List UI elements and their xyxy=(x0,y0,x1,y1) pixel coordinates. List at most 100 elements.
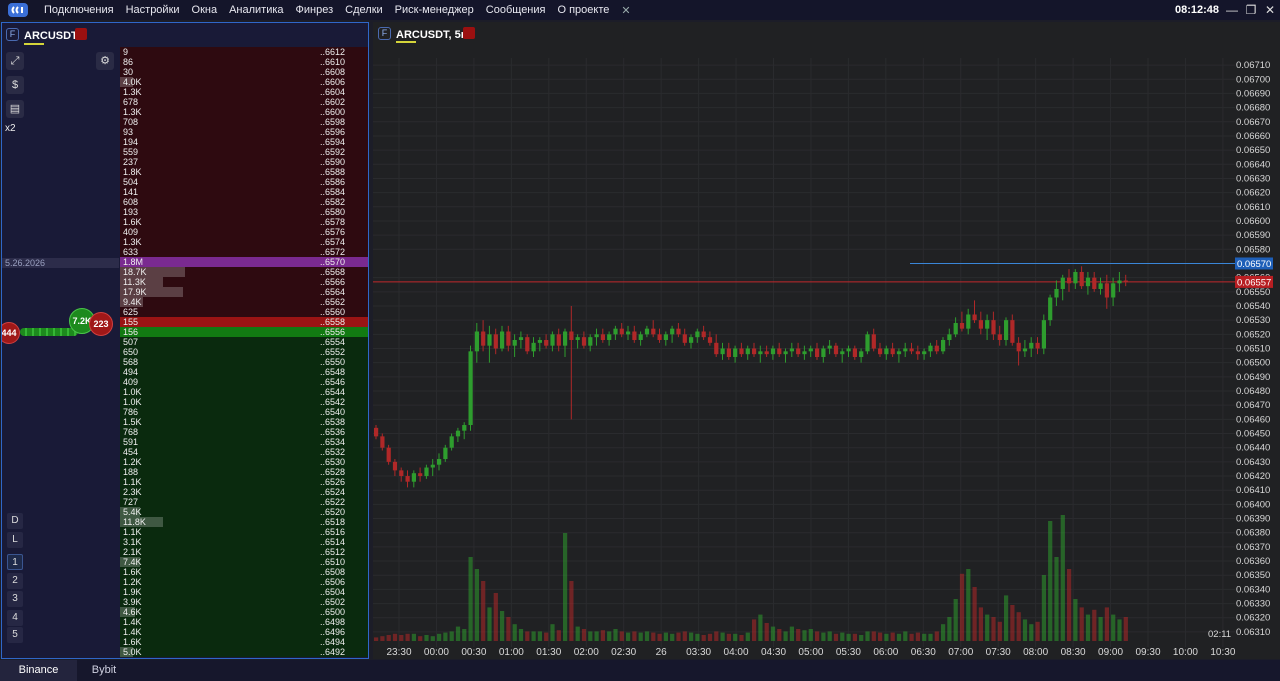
orderbook-row[interactable]: 409 ..6546 xyxy=(120,377,368,387)
depth-button[interactable]: D xyxy=(7,513,23,529)
orderbook-row[interactable]: 5.4K ..6520 xyxy=(120,507,368,517)
orderbook-row[interactable]: 633 ..6572 xyxy=(120,247,368,257)
chart-add-icon[interactable]: ⤢ xyxy=(6,52,24,70)
orderbook-row[interactable]: 1.3K ..6574 xyxy=(120,237,368,247)
orderbook-row[interactable]: 625 ..6560 xyxy=(120,307,368,317)
volume-bar xyxy=(840,632,845,641)
orderbook-row[interactable]: 768 ..6536 xyxy=(120,427,368,437)
orderbook-row[interactable]: 1.3K ..6600 xyxy=(120,107,368,117)
orderbook-row[interactable]: 93 ..6596 xyxy=(120,127,368,137)
orderbook-row[interactable]: 30 ..6608 xyxy=(120,67,368,77)
menu-trades[interactable]: Сделки xyxy=(345,4,383,16)
orderbook-row[interactable]: 5.0K ..6492 xyxy=(120,647,368,657)
orderbook-row[interactable]: 1.2K ..6506 xyxy=(120,577,368,587)
menu-windows[interactable]: Окна xyxy=(192,4,218,16)
orderbook-row[interactable]: 9.4K ..6562 xyxy=(120,297,368,307)
minimize-icon[interactable]: — xyxy=(1224,2,1240,18)
connection-status-icon[interactable] xyxy=(75,28,87,40)
orderbook-row[interactable]: 4.0K ..6606 xyxy=(120,77,368,87)
orderbook-row[interactable]: 1.8M ..6570 xyxy=(120,257,368,267)
menu-messages[interactable]: Сообщения xyxy=(486,4,546,16)
orderbook-row[interactable]: 1.0K ..6542 xyxy=(120,397,368,407)
orderbook-row[interactable]: 3.1K ..6514 xyxy=(120,537,368,547)
orderbook-row[interactable]: 1.9K ..6504 xyxy=(120,587,368,597)
orderbook-row[interactable]: 2.1K ..6512 xyxy=(120,547,368,557)
orderbook-row[interactable]: 156 ..6556 xyxy=(120,327,368,337)
preset-5-button[interactable]: 5 xyxy=(7,627,23,643)
orderbook-row[interactable]: 494 ..6548 xyxy=(120,367,368,377)
menu-finres[interactable]: Финрез xyxy=(296,4,334,16)
orderbook-row[interactable]: 194 ..6594 xyxy=(120,137,368,147)
orderbook-row[interactable]: 193 ..6580 xyxy=(120,207,368,217)
menu-analytics[interactable]: Аналитика xyxy=(229,4,283,16)
orderbook-row[interactable]: 86 ..6610 xyxy=(120,57,368,67)
orderbook-row[interactable]: 504 ..6586 xyxy=(120,177,368,187)
orderbook-row[interactable]: 727 ..6522 xyxy=(120,497,368,507)
orderbook-row[interactable]: 650 ..6552 xyxy=(120,347,368,357)
orderbook-price: ..6590 xyxy=(320,157,346,167)
volume-bar xyxy=(707,633,713,641)
orderbook-row[interactable]: 1.8K ..6588 xyxy=(120,167,368,177)
orderbook-row[interactable]: 1.1K ..6526 xyxy=(120,477,368,487)
settings-gear-icon[interactable]: ⚙ xyxy=(96,52,114,70)
orderbook-row[interactable]: 559 ..6592 xyxy=(120,147,368,157)
orderbook-row[interactable]: 18.7K ..6568 xyxy=(120,267,368,277)
orderbook-row[interactable]: 409 ..6576 xyxy=(120,227,368,237)
orderbook-row[interactable]: 1.3K ..6604 xyxy=(120,87,368,97)
candlestick-chart[interactable]: 0.06710 0.06700 0.06690 0.06680 0.06670 0.066… xyxy=(373,22,1280,659)
orderbook-price: ..6542 xyxy=(320,397,346,407)
orderbook-ladder[interactable]: 9 ..6612 86 ..6610 30 ..6608 4.0K ..6606 1.3K ..6… xyxy=(120,47,368,658)
orderbook-row[interactable]: 1.6K ..6494 xyxy=(120,637,368,647)
orderbook-volume: 188 xyxy=(123,467,139,477)
orderbook-row[interactable]: 1.2K ..6530 xyxy=(120,457,368,467)
orderbook-row[interactable]: 155 ..6558 xyxy=(120,317,368,327)
menu-connections[interactable]: Подключения xyxy=(44,4,114,16)
orderbook-row[interactable]: 591 ..6534 xyxy=(120,437,368,447)
orderbook-row[interactable]: 188 ..6528 xyxy=(120,467,368,477)
orderbook-row[interactable]: 1.0K ..6544 xyxy=(120,387,368,397)
restore-icon[interactable]: ❐ xyxy=(1243,2,1259,18)
orderbook-row[interactable]: 1.4K ..6496 xyxy=(120,627,368,637)
orderbook-row[interactable]: 1.6K ..6508 xyxy=(120,567,368,577)
tab-bybit[interactable]: Bybit xyxy=(77,660,131,681)
preset-1-button[interactable]: 1 xyxy=(7,554,23,570)
preset-4-button[interactable]: 4 xyxy=(7,610,23,626)
orderbook-row[interactable]: 678 ..6602 xyxy=(120,97,368,107)
orderbook-row[interactable]: 568 ..6550 xyxy=(120,357,368,367)
pin-icon[interactable]: ✕ xyxy=(621,4,630,17)
chart-panel[interactable]: F ARCUSDT, 5m 0.06710 0.06700 0.06690 0.066… xyxy=(373,22,1280,659)
orderbook-row[interactable]: 1.5K ..6538 xyxy=(120,417,368,427)
orderbook-symbol[interactable]: ARCUSDT xyxy=(24,30,78,42)
preset-3-button[interactable]: 3 xyxy=(7,591,23,607)
orderbook-row[interactable]: 17.9K ..6564 xyxy=(120,287,368,297)
orderbook-row[interactable]: 141 ..6584 xyxy=(120,187,368,197)
orderbook-row[interactable]: 1.1K ..6516 xyxy=(120,527,368,537)
app-logo-icon[interactable] xyxy=(8,3,28,17)
orderbook-row[interactable]: 9 ..6612 xyxy=(120,47,368,57)
levels-button[interactable]: L xyxy=(7,532,23,548)
orderbook-row[interactable]: 2.3K ..6524 xyxy=(120,487,368,497)
x-tick-label: 01:00 xyxy=(499,647,524,658)
orderbook-row[interactable]: 708 ..6598 xyxy=(120,117,368,127)
orderbook-row[interactable]: 11.3K ..6566 xyxy=(120,277,368,287)
menu-about[interactable]: О проекте xyxy=(557,4,609,16)
menu-settings[interactable]: Настройки xyxy=(126,4,180,16)
orderbook-row[interactable]: 1.6K ..6578 xyxy=(120,217,368,227)
calculator-icon[interactable]: ▤ xyxy=(6,100,24,118)
menu-risk-manager[interactable]: Риск-менеджер xyxy=(395,4,474,16)
orderbook-row[interactable]: 237 ..6590 xyxy=(120,157,368,167)
preset-2-button[interactable]: 2 xyxy=(7,573,23,589)
dollar-icon[interactable]: $ xyxy=(6,76,24,94)
orderbook-price: ..6532 xyxy=(320,447,346,457)
orderbook-row[interactable]: 1.4K ..6498 xyxy=(120,617,368,627)
orderbook-row[interactable]: 454 ..6532 xyxy=(120,447,368,457)
tab-binance[interactable]: Binance xyxy=(0,660,77,681)
orderbook-row[interactable]: 4.6K ..6500 xyxy=(120,607,368,617)
orderbook-row[interactable]: 11.8K ..6518 xyxy=(120,517,368,527)
orderbook-row[interactable]: 786 ..6540 xyxy=(120,407,368,417)
orderbook-row[interactable]: 3.9K ..6502 xyxy=(120,597,368,607)
orderbook-row[interactable]: 507 ..6554 xyxy=(120,337,368,347)
orderbook-row[interactable]: 608 ..6582 xyxy=(120,197,368,207)
orderbook-row[interactable]: 7.4K ..6510 xyxy=(120,557,368,567)
close-icon[interactable]: ✕ xyxy=(1262,2,1278,18)
